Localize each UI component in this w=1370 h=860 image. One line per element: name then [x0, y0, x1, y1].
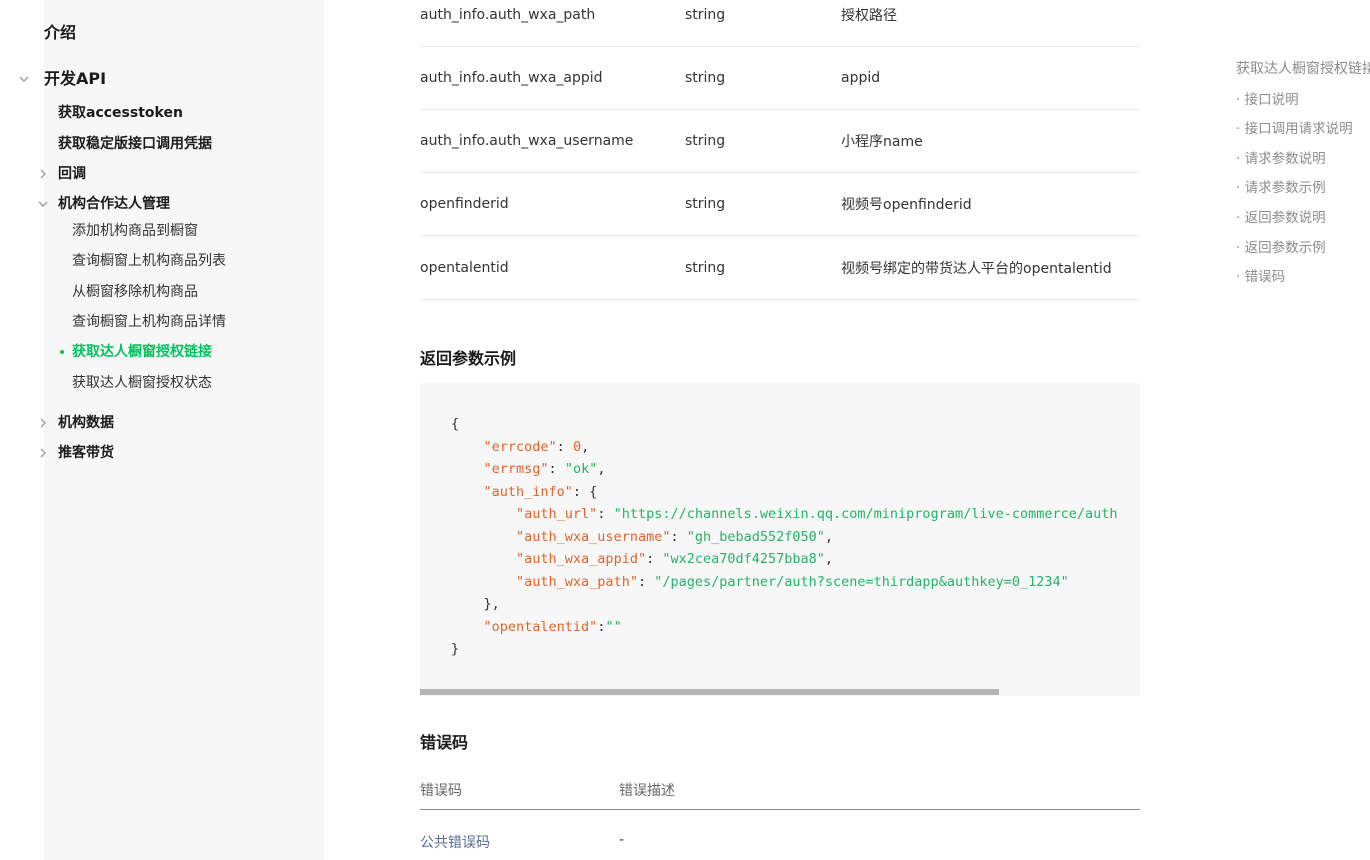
- sidebar-item-add-product[interactable]: 添加机构商品到橱窗: [72, 221, 198, 241]
- param-name: openfinderid: [420, 196, 509, 212]
- param-desc: 视频号绑定的带货达人平台的opentalentid: [841, 261, 1112, 277]
- column-header-desc: 错误描述: [619, 783, 675, 799]
- param-name: opentalentid: [420, 260, 509, 276]
- chevron-right-icon[interactable]: [37, 417, 49, 429]
- sidebar-item-promoter[interactable]: 推客带货: [58, 443, 114, 463]
- sidebar-item-intro[interactable]: 介绍: [44, 23, 76, 43]
- chevron-down-icon[interactable]: [18, 73, 30, 85]
- sidebar-item-query-product-detail[interactable]: 查询橱窗上机构商品详情: [72, 312, 226, 332]
- toc-item-request-params[interactable]: · 请求参数说明: [1236, 147, 1326, 167]
- sidebar: 介绍 开发API 获取accesstoken 获取稳定版接口调用凭据 回调 机构…: [0, 0, 324, 860]
- sidebar-item-org-data[interactable]: 机构数据: [58, 413, 114, 433]
- table-row: auth_info.auth_wxa_path string 授权路径: [420, 0, 1140, 47]
- param-type: string: [685, 70, 726, 86]
- sidebar-item-get-auth-link[interactable]: 获取达人橱窗授权链接: [72, 342, 212, 362]
- horizontal-scrollbar[interactable]: [420, 688, 1140, 696]
- table-row: 公共错误码 -: [420, 820, 1140, 860]
- param-name: auth_info.auth_wxa_username: [420, 133, 634, 149]
- sidebar-item-get-accesstoken[interactable]: 获取accesstoken: [58, 103, 183, 123]
- param-desc: 视频号openfinderid: [841, 197, 972, 213]
- sidebar-item-query-product-list[interactable]: 查询橱窗上机构商品列表: [72, 251, 226, 271]
- sidebar-item-callback[interactable]: 回调: [58, 164, 86, 184]
- param-desc: appid: [841, 70, 881, 86]
- table-of-contents: 获取达人橱窗授权链接 · 接口说明 · 接口调用请求说明 · 请求参数说明 · …: [1236, 0, 1370, 860]
- param-type: string: [685, 260, 726, 276]
- chevron-right-icon[interactable]: [37, 447, 49, 459]
- sidebar-item-stable-token[interactable]: 获取稳定版接口调用凭据: [58, 134, 212, 154]
- toc-item-error-codes[interactable]: · 错误码: [1236, 265, 1285, 285]
- table-row: opentalentid string 视频号绑定的带货达人平台的opental…: [420, 237, 1140, 300]
- scrollbar-thumb[interactable]: [420, 689, 999, 695]
- chevron-right-icon[interactable]: [37, 168, 49, 180]
- error-desc: -: [619, 832, 625, 848]
- toc-title[interactable]: 获取达人橱窗授权链接: [1236, 58, 1370, 78]
- section-title-error-codes: 错误码: [420, 733, 469, 752]
- sidebar-item-talent-management[interactable]: 机构合作达人管理: [58, 194, 170, 214]
- toc-item-request-desc[interactable]: · 接口调用请求说明: [1236, 117, 1353, 137]
- table-row: auth_info.auth_wxa_username string 小程序na…: [420, 110, 1140, 173]
- param-desc: 小程序name: [841, 134, 923, 150]
- table-row: auth_info.auth_wxa_appid string appid: [420, 47, 1140, 110]
- param-type: string: [685, 133, 726, 149]
- sidebar-item-get-auth-status[interactable]: 获取达人橱窗授权状态: [72, 373, 212, 393]
- toc-item-return-example[interactable]: · 返回参数示例: [1236, 236, 1326, 256]
- param-name: auth_info.auth_wxa_appid: [420, 70, 603, 86]
- column-header-code: 错误码: [420, 783, 462, 799]
- toc-item-request-example[interactable]: · 请求参数示例: [1236, 176, 1326, 196]
- toc-item-return-params[interactable]: · 返回参数说明: [1236, 206, 1326, 226]
- param-desc: 授权路径: [841, 8, 897, 24]
- active-indicator-dot: [60, 350, 64, 354]
- sidebar-item-dev-api[interactable]: 开发API: [44, 69, 106, 89]
- sidebar-item-remove-product[interactable]: 从橱窗移除机构商品: [72, 282, 198, 302]
- error-table-header: 错误码 错误描述: [420, 770, 1140, 810]
- code-json: { "errcode": 0, "errmsg": "ok", "auth_in…: [451, 416, 1118, 657]
- code-block[interactable]: { "errcode": 0, "errmsg": "ok", "auth_in…: [420, 383, 1140, 696]
- toc-item-api-desc[interactable]: · 接口说明: [1236, 88, 1299, 108]
- param-type: string: [685, 196, 726, 212]
- section-title-return-example: 返回参数示例: [420, 349, 517, 368]
- table-row: openfinderid string 视频号openfinderid: [420, 173, 1140, 236]
- chevron-down-icon[interactable]: [37, 198, 49, 210]
- param-name: auth_info.auth_wxa_path: [420, 7, 596, 23]
- param-type: string: [685, 7, 726, 23]
- public-error-code-link[interactable]: 公共错误码: [420, 832, 490, 852]
